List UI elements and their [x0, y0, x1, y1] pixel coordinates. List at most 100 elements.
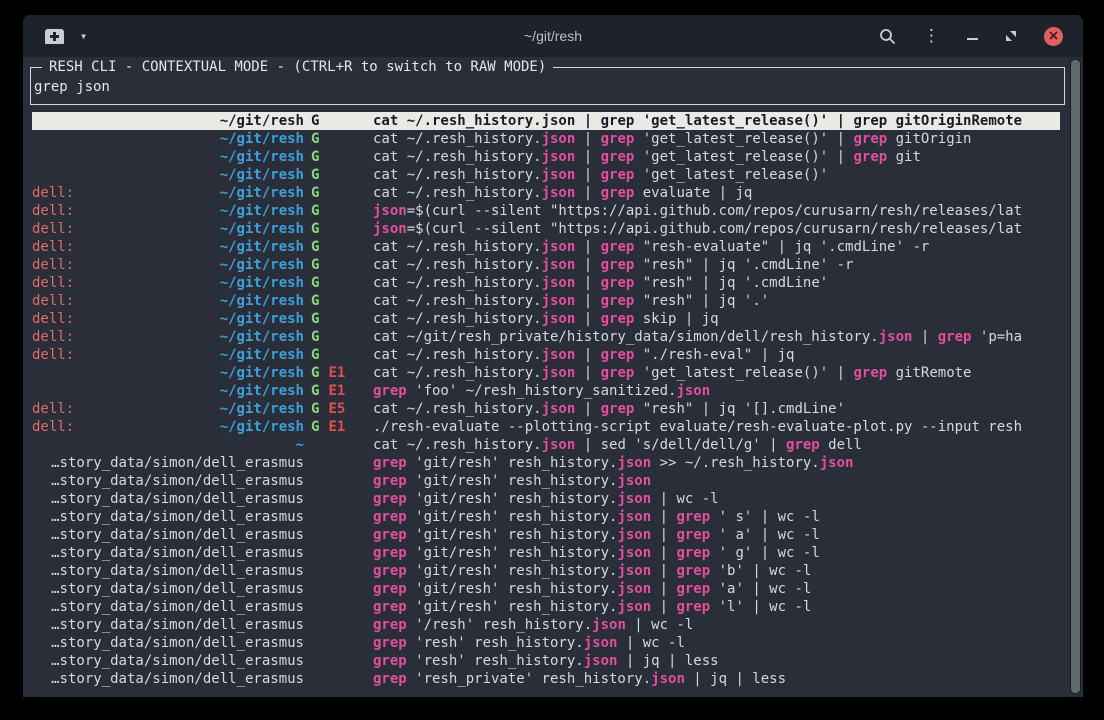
command-text: cat ~/.resh_history.json | grep "resh" |…: [373, 274, 1060, 292]
history-row[interactable]: ~/git/reshGcat ~/.resh_history.json | gr…: [32, 148, 1060, 166]
host-dir-cell: ~: [32, 436, 304, 454]
command-segment: json: [820, 455, 854, 471]
history-row[interactable]: dell:~/git/reshGcat ~/.resh_history.json…: [32, 274, 1060, 292]
host-dir-cell: dell:~/git/resh: [32, 418, 304, 436]
history-row[interactable]: ~/git/reshGE1cat ~/.resh_history.json | …: [32, 364, 1060, 382]
history-row[interactable]: …story_data/simon/dell_erasmusgrep 'resh…: [32, 634, 1060, 652]
history-row[interactable]: ~/git/reshGcat ~/.resh_history.json | gr…: [32, 130, 1060, 148]
panel-title: RESH CLI - CONTEXTUAL MODE - (CTRL+R to …: [42, 58, 553, 77]
history-row[interactable]: …story_data/simon/dell_erasmusgrep 'git/…: [32, 598, 1060, 616]
history-row[interactable]: …story_data/simon/dell_erasmusgrep 'git/…: [32, 472, 1060, 490]
history-row[interactable]: dell:~/git/reshGjson=$(curl --silent "ht…: [32, 202, 1060, 220]
history-row[interactable]: …story_data/simon/dell_erasmusgrep 'git/…: [32, 490, 1060, 508]
history-row[interactable]: ~cat ~/.resh_history.json | sed 's/dell/…: [32, 436, 1060, 454]
directory-label: …story_data/simon/dell_erasmus: [51, 562, 304, 580]
history-row[interactable]: …story_data/simon/dell_erasmusgrep 'resh…: [32, 652, 1060, 670]
command-segment: grep: [373, 509, 407, 525]
host-dir-cell: …story_data/simon/dell_erasmus: [32, 562, 304, 580]
flags-cell: GE1: [304, 382, 373, 400]
flags-cell: [304, 526, 373, 544]
command-segment: grep: [676, 599, 710, 615]
history-row[interactable]: …story_data/simon/dell_erasmus grep 'git/…: [32, 562, 1060, 580]
command-text: grep 'resh' resh_history.json | wc -l: [373, 634, 1060, 652]
host-label: dell:: [32, 274, 74, 292]
history-row[interactable]: dell:~/git/reshGcat ~/git/resh_private/h…: [32, 328, 1060, 346]
directory-label: ~/git/resh: [220, 148, 304, 166]
command-segment: 'git/resh' resh_history.: [407, 581, 618, 597]
host-label: dell:: [32, 220, 74, 238]
history-row[interactable]: ~/git/reshGcat ~/.resh_history.json | gr…: [32, 166, 1060, 184]
flag-g: G: [311, 238, 319, 256]
new-tab-icon[interactable]: [45, 29, 64, 44]
command-segment: |: [651, 581, 676, 597]
flag-g: G: [311, 364, 319, 382]
host-dir-cell: ~/git/resh: [32, 364, 304, 382]
directory-label: ~/git/resh: [220, 238, 304, 256]
command-segment: gitOrigin: [887, 131, 971, 147]
history-row[interactable]: dell:~/git/reshGcat ~/.resh_history.json…: [32, 184, 1060, 202]
history-row[interactable]: dell:~/git/reshGE5cat ~/.resh_history.js…: [32, 400, 1060, 418]
directory-label: ~/git/resh: [220, 364, 304, 382]
command-segment: 'git/resh' resh_history.: [407, 491, 618, 507]
search-query-input[interactable]: grep json: [34, 79, 110, 95]
flags-cell: [304, 616, 373, 634]
history-row[interactable]: …story_data/simon/dell_erasmusgrep 'git/…: [32, 454, 1060, 472]
command-segment: |: [575, 149, 600, 165]
command-segment: json: [542, 365, 576, 381]
menu-kebab-icon[interactable]: ⋮: [923, 28, 940, 45]
directory-label: ~/git/resh: [220, 292, 304, 310]
directory-label: ~/git/resh: [220, 382, 304, 400]
minimize-icon[interactable]: [967, 38, 978, 40]
flags-cell: [304, 544, 373, 562]
history-row[interactable]: dell:~/git/reshGcat ~/.resh_history.json…: [32, 256, 1060, 274]
flags-cell: [304, 634, 373, 652]
directory-label: ~/git/resh: [220, 166, 304, 184]
command-segment: "resh" | jq '.': [634, 293, 769, 309]
flag-g: G: [311, 400, 319, 418]
command-text: grep 'git/resh' resh_history.json | grep…: [373, 508, 1060, 526]
history-row[interactable]: dell:~/git/reshGE1./resh-evaluate --plot…: [32, 418, 1060, 436]
command-segment: grep: [601, 347, 635, 363]
host-dir-cell: …story_data/simon/dell_erasmus: [32, 616, 304, 634]
command-segment: json: [617, 455, 651, 471]
history-row[interactable]: …story_data/simon/dell_erasmusgrep 'git/…: [32, 580, 1060, 598]
history-row[interactable]: …story_data/simon/dell_erasmusgrep 'git/…: [32, 526, 1060, 544]
command-segment: json: [542, 149, 576, 165]
command-segment: |: [575, 275, 600, 291]
history-row[interactable]: dell:~/git/reshGcat ~/.resh_history.json…: [32, 238, 1060, 256]
host-dir-cell: dell:~/git/resh: [32, 346, 304, 364]
history-row[interactable]: dell:~/git/reshGcat ~/.resh_history.json…: [32, 310, 1060, 328]
command-segment: json: [879, 329, 913, 345]
history-row[interactable]: …story_data/simon/dell_erasmusgrep 'git/…: [32, 544, 1060, 562]
chevron-down-icon[interactable]: ▾: [80, 30, 87, 42]
command-segment: grep: [853, 149, 887, 165]
history-row[interactable]: …story_data/simon/dell_erasmusgrep '/res…: [32, 616, 1060, 634]
command-segment: grep: [601, 131, 635, 147]
history-row[interactable]: …story_data/simon/dell_erasmusgrep 'resh…: [32, 670, 1060, 688]
command-text: grep 'git/resh' resh_history.json | grep…: [373, 562, 1060, 580]
flags-cell: [304, 598, 373, 616]
command-segment: grep: [373, 491, 407, 507]
titlebar[interactable]: ▾ ~/git/resh ⋮ ×: [23, 15, 1083, 57]
restore-window-icon[interactable]: [1005, 30, 1017, 42]
scrollbar-thumb[interactable]: [1070, 59, 1081, 694]
host-label: dell:: [32, 238, 74, 256]
history-row[interactable]: dell:~/git/reshGcat ~/.resh_history.json…: [32, 292, 1060, 310]
history-row[interactable]: ~/git/reshGcat ~/.resh_history.json | gr…: [32, 112, 1060, 130]
command-segment: grep: [601, 275, 635, 291]
directory-label: …story_data/simon/dell_erasmus: [51, 580, 304, 598]
close-icon[interactable]: ×: [1044, 27, 1063, 46]
host-label: dell:: [32, 184, 74, 202]
history-row[interactable]: ~/git/reshGE1grep 'foo' ~/resh_history_s…: [32, 382, 1060, 400]
directory-label: ~/git/resh: [220, 418, 304, 436]
host-dir-cell: ~/git/resh: [32, 148, 304, 166]
search-icon[interactable]: [879, 28, 896, 45]
command-text: grep 'git/resh' resh_history.json | grep…: [373, 544, 1060, 562]
history-row[interactable]: dell:~/git/reshGjson=$(curl --silent "ht…: [32, 220, 1060, 238]
flag-g: G: [311, 292, 319, 310]
command-segment: json: [542, 401, 576, 417]
directory-label: …story_data/simon/dell_erasmus: [51, 454, 304, 472]
command-segment: |: [575, 239, 600, 255]
history-row[interactable]: dell:~/git/reshGcat ~/.resh_history.json…: [32, 346, 1060, 364]
history-row[interactable]: …story_data/simon/dell_erasmusgrep 'git/…: [32, 508, 1060, 526]
